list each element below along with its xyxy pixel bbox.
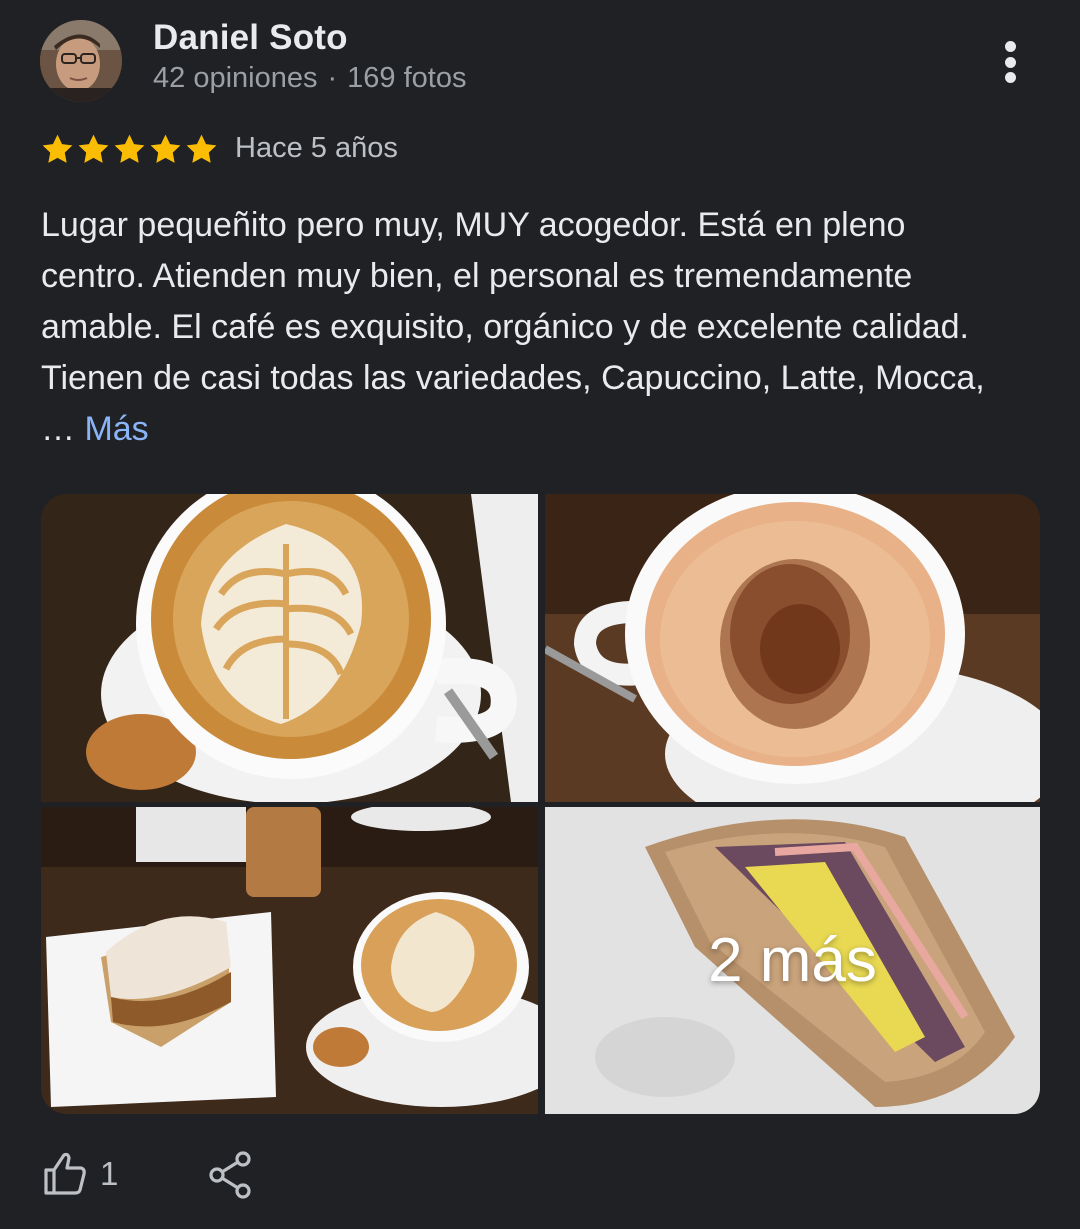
latte-art-photo[interactable]	[41, 494, 538, 802]
like-button[interactable]: 1	[40, 1148, 118, 1200]
reviews-count: 42 opiniones	[153, 62, 318, 94]
author-name[interactable]: Daniel Soto	[153, 18, 348, 58]
more-photos-overlay[interactable]: 2 más	[545, 807, 1040, 1114]
like-count: 1	[100, 1155, 119, 1192]
star-icon	[42, 134, 73, 163]
mocha-cocoa-photo[interactable]	[545, 494, 1040, 802]
menu-dot	[1004, 56, 1016, 68]
sandwich-photo[interactable]: 2 más	[545, 807, 1040, 1114]
cake-and-latte-photo[interactable]	[41, 807, 538, 1114]
review-text-line-last: … Más	[41, 404, 1051, 455]
star-icon	[186, 134, 217, 163]
photo-grid: 2 más	[41, 494, 1040, 1114]
review-text-line: centro. Atienden muy bien, el personal e…	[41, 257, 913, 295]
share-button[interactable]	[206, 1150, 254, 1200]
review-text-line: amable. El café es exquisito, orgánico y…	[41, 308, 969, 346]
meta-separator: ·	[327, 62, 338, 94]
review-text-line: Tienen de casi todas las variedades, Cap…	[41, 359, 985, 397]
star-icon	[114, 134, 145, 163]
author-meta: 42 opiniones · 169 fotos	[153, 62, 466, 95]
avatar[interactable]	[40, 20, 122, 102]
menu-dot	[1004, 72, 1016, 83]
photos-count: 169 fotos	[347, 62, 467, 94]
more-link[interactable]: Más	[84, 410, 148, 448]
review-text-line: Lugar pequeñito pero muy, MUY acogedor. …	[41, 206, 906, 244]
star-icon	[78, 134, 109, 163]
star-icon	[150, 134, 181, 163]
ellipsis: …	[41, 410, 85, 448]
review-time: Hace 5 años	[235, 132, 398, 164]
review-card: Daniel Soto 42 opiniones · 169 fotos Hace …	[0, 0, 1080, 1229]
review-text: Lugar pequeñito pero muy, MUY acogedor. …	[41, 200, 1051, 455]
menu-dot	[1004, 41, 1016, 52]
thumb-up-icon	[44, 1152, 86, 1195]
more-vert-icon[interactable]	[988, 36, 1032, 88]
share-icon	[209, 1151, 251, 1199]
star-rating	[40, 132, 219, 168]
